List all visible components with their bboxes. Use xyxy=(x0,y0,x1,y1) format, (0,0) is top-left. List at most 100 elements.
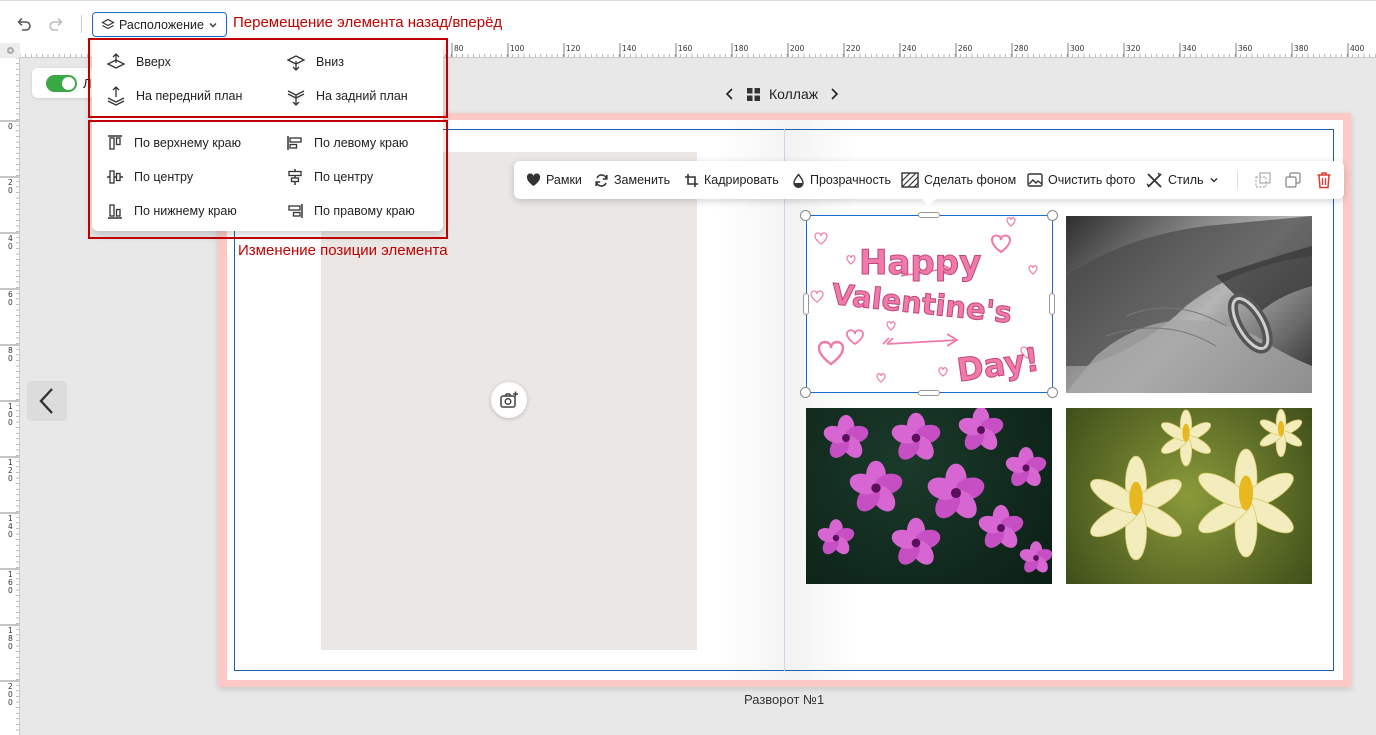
layout-label[interactable]: Коллаж xyxy=(769,86,818,102)
ruler-left-label: 0 xyxy=(8,242,13,251)
toolbar-divider xyxy=(81,15,82,33)
clear-photo-label: Очистить фото xyxy=(1048,173,1136,187)
chevron-down-icon xyxy=(1209,175,1219,185)
ruler-top-label: 340 xyxy=(1182,44,1197,53)
selection-frame[interactable] xyxy=(806,215,1053,393)
resize-handle-left[interactable] xyxy=(803,293,809,315)
resize-handle-top-left[interactable] xyxy=(800,210,811,221)
duplicate-button[interactable] xyxy=(1285,161,1301,199)
yellow-lily-photo[interactable] xyxy=(1066,408,1312,584)
phlox-flower xyxy=(891,517,941,565)
layer-back-button[interactable] xyxy=(1255,161,1271,199)
style-dropdown[interactable]: Стиль xyxy=(1146,161,1219,199)
ruler-top-label: 160 xyxy=(678,44,693,53)
layer-back-icon xyxy=(1255,172,1271,188)
order-highlight-frame xyxy=(88,38,448,118)
set-background-label: Сделать фоном xyxy=(924,173,1017,187)
grid-icon xyxy=(746,87,761,102)
phlox-flowers-photo[interactable] xyxy=(806,408,1052,584)
replace-button[interactable]: Заменить xyxy=(594,161,670,199)
redo-icon[interactable] xyxy=(45,13,67,35)
ruler-top-label: 320 xyxy=(1126,44,1141,53)
style-label: Стиль xyxy=(1168,173,1204,187)
spread-caption: Разворот №1 xyxy=(744,692,825,707)
ruler-top-label: 200 xyxy=(790,44,805,53)
set-background-button[interactable]: Сделать фоном xyxy=(901,161,1016,199)
ring-hand-photo[interactable] xyxy=(1066,216,1312,393)
clear-photo-button[interactable]: Очистить фото xyxy=(1027,161,1135,199)
hatch-icon xyxy=(901,172,919,188)
chevron-left-icon[interactable] xyxy=(722,86,738,102)
heart-icon xyxy=(526,173,541,187)
arrange-label: Расположение xyxy=(119,17,204,32)
phlox-flower xyxy=(1005,447,1047,487)
ruler-top-label: 220 xyxy=(846,44,861,53)
ruler-top-label: 80 xyxy=(454,44,464,53)
resize-handle-right[interactable] xyxy=(1049,293,1055,315)
spread-navigation: Коллаж xyxy=(722,86,842,102)
opacity-button[interactable]: Прозрачность xyxy=(792,161,891,199)
previous-spread-button[interactable] xyxy=(27,381,67,421)
arrange-dropdown-button[interactable]: Расположение xyxy=(92,12,227,37)
resize-handle-top-right[interactable] xyxy=(1047,210,1058,221)
ruler-top-label: 400 xyxy=(1350,44,1365,53)
ruler-left-label: 0 xyxy=(8,186,13,195)
crop-button[interactable]: Кадрировать xyxy=(684,161,779,199)
phlox-flower xyxy=(849,460,903,512)
lily-bloom xyxy=(1160,409,1212,467)
phlox-flower xyxy=(823,414,869,458)
layers-icon xyxy=(101,18,115,32)
lily-bloom xyxy=(1259,408,1303,458)
ruler-top-label: 180 xyxy=(734,44,749,53)
magic-tools-icon xyxy=(1146,172,1163,189)
ruler-top-label: 380 xyxy=(1294,44,1309,53)
spread-center-line xyxy=(784,129,785,671)
image-icon xyxy=(1027,173,1043,187)
ruler-left-label: 0 xyxy=(8,586,13,595)
ruler-left-label: 0 xyxy=(8,354,13,363)
phlox-flower xyxy=(978,504,1024,548)
ruler-left-label: 0 xyxy=(8,530,13,539)
undo-icon[interactable] xyxy=(13,13,35,35)
ruler-top-label: 260 xyxy=(958,44,973,53)
ruler-top-label: 100 xyxy=(510,44,525,53)
droplet-icon xyxy=(792,172,805,188)
element-toolbar: Рамки Заменить Кадрировать Прозрачность … xyxy=(514,161,1344,206)
ruler-left-label: 0 xyxy=(8,298,13,307)
crop-label: Кадрировать xyxy=(704,173,779,187)
chevron-down-icon xyxy=(208,20,218,30)
resize-handle-bottom[interactable] xyxy=(918,390,940,396)
ruler-left-label: 0 xyxy=(8,474,13,483)
lily-bloom xyxy=(1090,455,1182,561)
delete-button[interactable] xyxy=(1316,161,1332,199)
frames-label: Рамки xyxy=(546,173,582,187)
frames-button[interactable]: Рамки xyxy=(526,161,582,199)
opacity-label: Прозрачность xyxy=(810,173,891,187)
ruler-top-label: 280 xyxy=(1014,44,1029,53)
copy-icon xyxy=(1285,172,1301,188)
ruler-left-label: 0 xyxy=(8,698,13,707)
ruler-settings-icon[interactable] xyxy=(0,43,20,58)
chevron-right-icon[interactable] xyxy=(826,86,842,102)
phlox-flower xyxy=(927,463,985,519)
position-annotation: Изменение позиции элемента xyxy=(238,242,448,259)
ruler-top-label: 120 xyxy=(566,44,581,53)
phlox-flower xyxy=(817,519,855,555)
resize-handle-top[interactable] xyxy=(918,212,940,218)
align-highlight-frame xyxy=(88,120,448,239)
replace-label: Заменить xyxy=(614,173,671,187)
toggle-switch[interactable] xyxy=(46,74,77,92)
ruler-left-label: 0 xyxy=(8,122,13,131)
resize-handle-bottom-right[interactable] xyxy=(1047,387,1058,398)
crop-icon xyxy=(684,173,699,188)
toolbar-pointer xyxy=(922,199,936,206)
phlox-flower xyxy=(1019,541,1052,573)
ruler-top-label: 240 xyxy=(902,44,917,53)
resize-handle-bottom-left[interactable] xyxy=(800,387,811,398)
ruler-top-label: 140 xyxy=(622,44,637,53)
refresh-icon xyxy=(594,173,609,188)
ruler-top-label: 300 xyxy=(1070,44,1085,53)
ruler-left-label: 0 xyxy=(8,642,13,651)
phlox-flower xyxy=(958,408,1004,450)
trash-icon xyxy=(1316,171,1332,189)
